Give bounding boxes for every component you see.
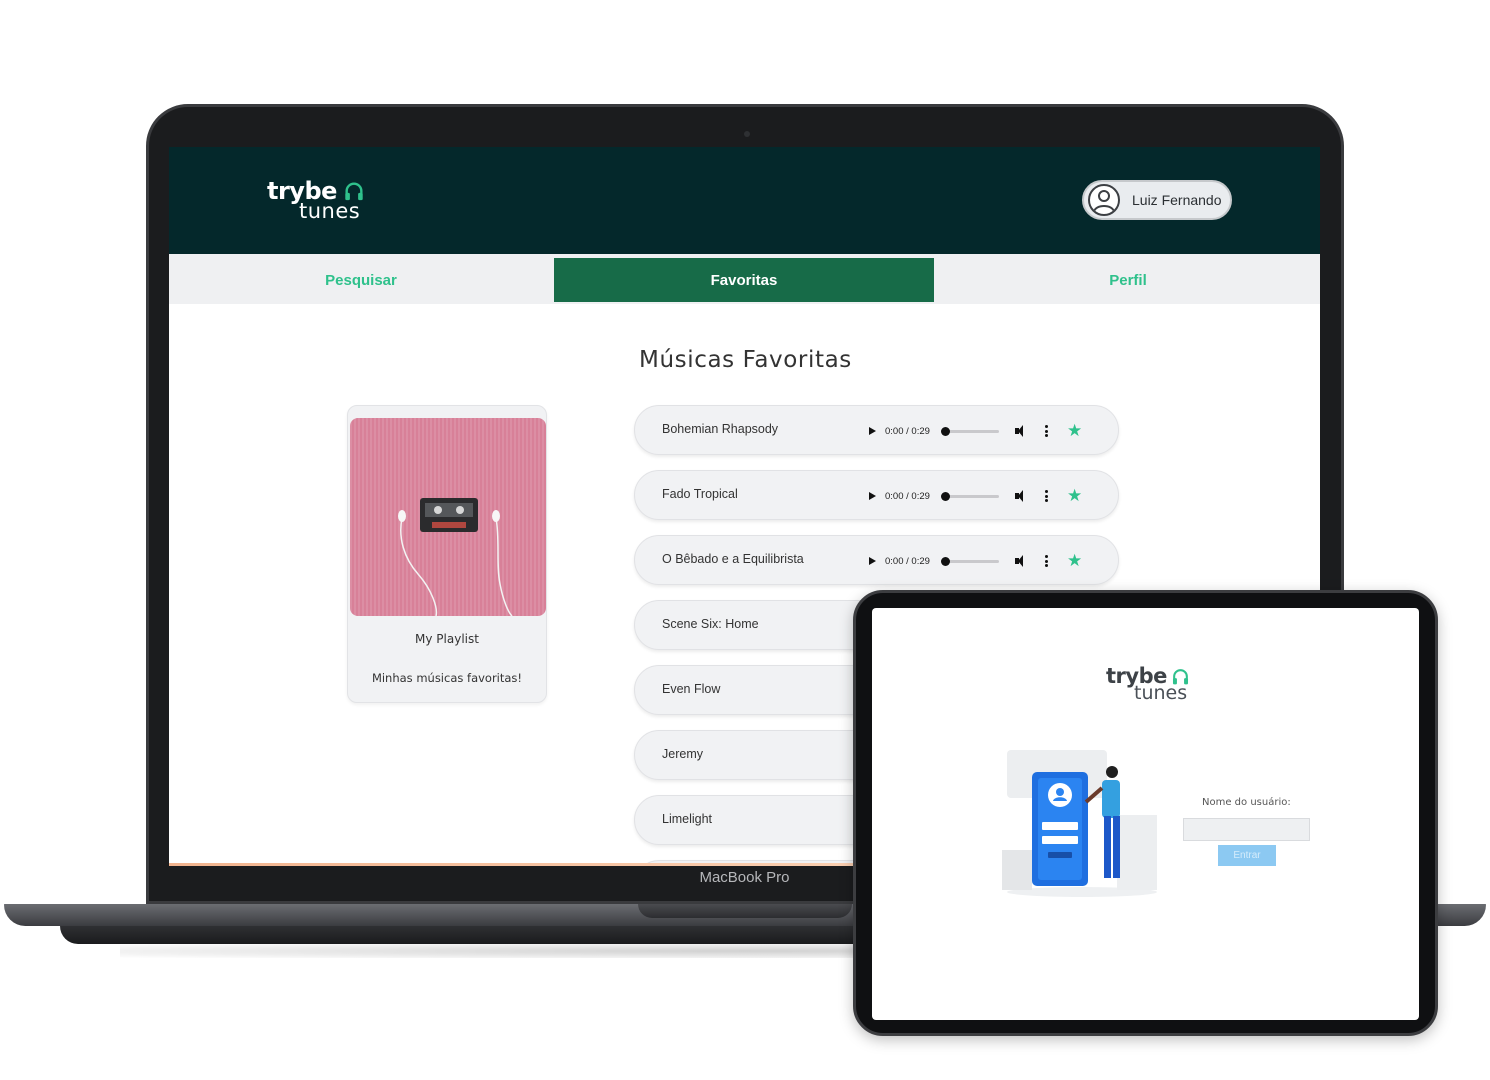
volume-icon[interactable] — [1015, 555, 1029, 567]
audio-player: 0:00 / 0:29 ★ — [867, 536, 1082, 586]
song-time: 0:00 / 0:29 — [885, 490, 930, 502]
song-title: Scene Six: Home — [662, 617, 759, 631]
tab-favoritas[interactable]: Favoritas — [554, 258, 934, 302]
main-nav: Pesquisar Favoritas Perfil — [169, 254, 1320, 304]
play-icon[interactable] — [867, 556, 877, 566]
tablet-trybetunes-logo: trybe tunes — [1106, 664, 1206, 704]
song-title: Jeremy — [662, 747, 703, 761]
volume-icon[interactable] — [1015, 490, 1029, 502]
favorite-star-icon[interactable]: ★ — [1067, 486, 1082, 506]
more-options-icon[interactable] — [1041, 554, 1051, 568]
login-button[interactable]: Entrar — [1218, 845, 1276, 866]
page-title: Músicas Favoritas — [639, 347, 852, 373]
more-options-icon[interactable] — [1041, 424, 1051, 438]
seek-knob[interactable] — [941, 556, 950, 566]
tablet-logo-text-bottom: tunes — [1134, 682, 1188, 704]
user-profile-pill[interactable]: Luiz Fernando — [1082, 180, 1232, 220]
camera-icon — [744, 131, 750, 137]
laptop-opening-notch — [638, 904, 852, 918]
playlist-cover-image — [350, 418, 546, 616]
song-title: Limelight — [662, 812, 713, 826]
seek-slider[interactable] — [941, 491, 999, 501]
song-row: Fado Tropical 0:00 / 0:29 ★ — [634, 470, 1119, 520]
volume-icon[interactable] — [1015, 425, 1029, 437]
playlist-description: Minhas músicas favoritas! — [371, 671, 523, 685]
trybetunes-logo[interactable]: trybe tunes — [267, 177, 377, 223]
more-options-icon[interactable] — [1041, 489, 1051, 503]
seek-slider[interactable] — [941, 426, 999, 436]
tab-pesquisar[interactable]: Pesquisar — [169, 258, 553, 302]
user-avatar-icon — [1088, 184, 1120, 216]
audio-player: 0:00 / 0:29 ★ — [867, 406, 1082, 456]
favorite-star-icon[interactable]: ★ — [1067, 421, 1082, 441]
tablet-frame: trybe tunes Nome do usuário: Entrar — [853, 590, 1438, 1036]
tab-perfil[interactable]: Perfil — [936, 258, 1320, 302]
seek-slider[interactable] — [941, 556, 999, 566]
play-icon[interactable] — [867, 491, 877, 501]
song-row: O Bêbado e a Equilibrista 0:00 / 0:29 ★ — [634, 535, 1119, 585]
playlist-name: My Playlist — [415, 632, 479, 646]
username-input[interactable] — [1183, 818, 1310, 841]
logo-text-bottom: tunes — [299, 199, 361, 223]
play-icon[interactable] — [867, 426, 877, 436]
song-title: Even Flow — [662, 682, 721, 696]
playlist-card[interactable]: My Playlist Minhas músicas favoritas! — [347, 405, 547, 703]
seek-knob[interactable] — [941, 491, 950, 501]
user-name: Luiz Fernando — [1132, 192, 1222, 208]
audio-player: 0:00 / 0:29 ★ — [867, 471, 1082, 521]
song-time: 0:00 / 0:29 — [885, 555, 930, 567]
app-header: trybe tunes Luiz Fernando — [169, 147, 1320, 254]
song-time: 0:00 / 0:29 — [885, 425, 930, 437]
seek-knob[interactable] — [941, 426, 950, 436]
song-title: O Bêbado e a Equilibrista — [662, 552, 804, 566]
device-mockup-stage: trybe tunes Luiz Fernando Pesquisar Favo… — [0, 0, 1490, 1080]
song-row: Bohemian Rhapsody 0:00 / 0:29 ★ — [634, 405, 1119, 455]
song-title: Bohemian Rhapsody — [662, 422, 779, 436]
login-illustration — [1002, 750, 1157, 897]
song-title: Fado Tropical — [662, 487, 738, 501]
tablet-screen: trybe tunes Nome do usuário: Entrar — [872, 608, 1419, 1020]
username-label: Nome do usuário: — [1202, 797, 1291, 808]
favorite-star-icon[interactable]: ★ — [1067, 551, 1082, 571]
